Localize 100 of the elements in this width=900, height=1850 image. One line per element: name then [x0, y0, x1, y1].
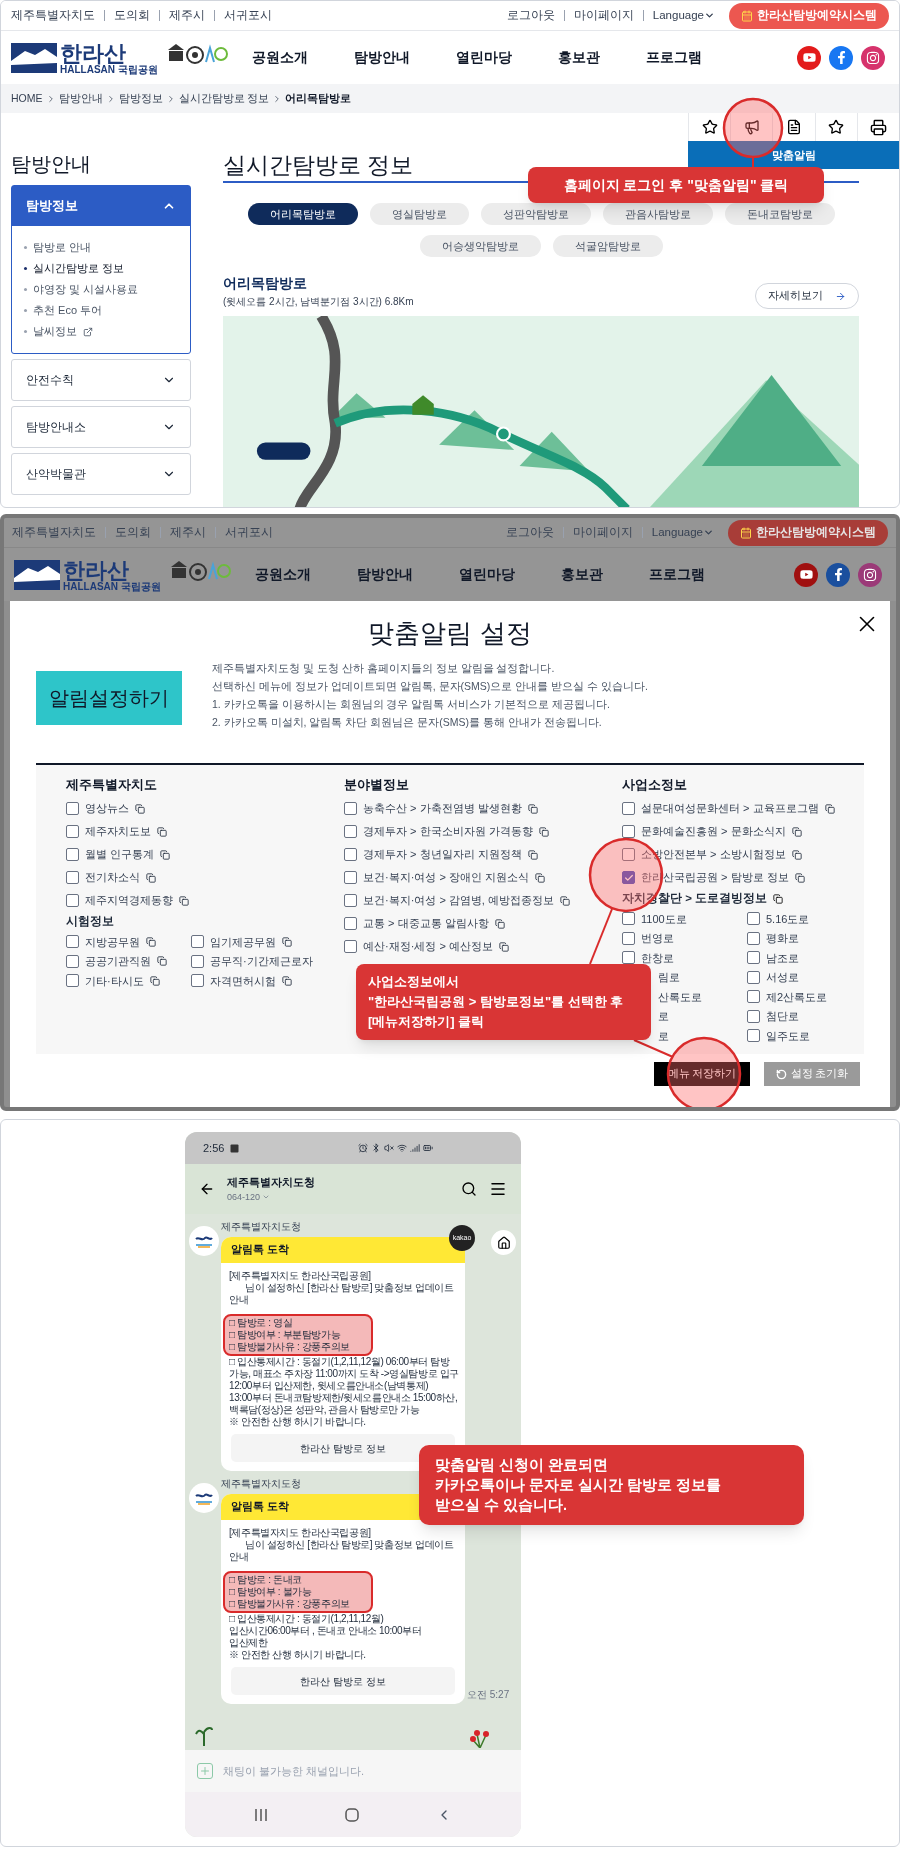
- trail-tab[interactable]: 돈내코탐방로: [724, 203, 835, 225]
- sidebar-section[interactable]: 산악박물관: [11, 453, 191, 495]
- option-label[interactable]: 경제투자 > 한국소비자원 가격동향: [363, 823, 533, 840]
- checkbox[interactable]: [344, 802, 357, 815]
- trail-tab[interactable]: 석굴암탐방로: [552, 235, 663, 257]
- youtube-icon[interactable]: [797, 45, 821, 70]
- option-label[interactable]: 제주지역경제동향: [85, 892, 173, 909]
- option-label[interactable]: 제2산록도로: [766, 988, 828, 1005]
- checkbox[interactable]: [191, 974, 204, 988]
- trail-tab[interactable]: 어승생악탐방로: [419, 235, 541, 257]
- checkbox[interactable]: [344, 894, 357, 907]
- recents-icon[interactable]: [253, 1807, 268, 1822]
- checkbox[interactable]: [622, 931, 635, 945]
- breadcrumb-link[interactable]: 어리목탐방로: [285, 90, 352, 107]
- option-label[interactable]: 영상뉴스: [85, 800, 129, 817]
- option-label[interactable]: 설문대여성문화센터 > 교육프로그램: [641, 800, 819, 817]
- save-menu-button[interactable]: 메뉴 저장하기: [654, 1062, 750, 1086]
- option-label[interactable]: 공공기관직원: [85, 953, 151, 970]
- checkbox[interactable]: [66, 871, 79, 884]
- site-link[interactable]: 서귀포시: [225, 523, 273, 542]
- nav-link[interactable]: 홍보관: [560, 564, 603, 585]
- document-icon[interactable]: [786, 119, 802, 135]
- account-link[interactable]: 로그아웃: [506, 6, 555, 25]
- checkbox[interactable]: [191, 954, 204, 968]
- home-icon[interactable]: [491, 1230, 516, 1255]
- alert-tab[interactable]: 맞춤알림: [688, 141, 899, 169]
- facebook-icon[interactable]: [829, 45, 853, 70]
- option-label[interactable]: 자격면허시험: [210, 972, 276, 989]
- account-link[interactable]: 마이페이지: [573, 6, 634, 25]
- language-select[interactable]: Language: [652, 6, 715, 25]
- option-label[interactable]: 1100도로: [641, 910, 687, 927]
- option-label[interactable]: 로: [658, 1027, 669, 1044]
- sidebar-item[interactable]: 실시간탐방로 정보: [24, 258, 178, 279]
- info-button[interactable]: 한라산 탐방로 정보: [231, 1667, 455, 1695]
- option-label[interactable]: 로: [658, 1008, 669, 1025]
- reservation-button[interactable]: 한라산탐방예약시스템: [728, 519, 888, 546]
- option-label[interactable]: 서성로: [766, 969, 799, 986]
- breadcrumb-link[interactable]: 탐방안내: [58, 90, 103, 107]
- site-link[interactable]: 서귀포시: [224, 6, 272, 25]
- checkbox[interactable]: [66, 848, 79, 861]
- option-label[interactable]: 임기제공무원: [210, 933, 276, 950]
- star-icon[interactable]: [701, 119, 718, 135]
- instagram-icon[interactable]: [861, 45, 885, 70]
- option-label[interactable]: 남조로: [766, 949, 799, 966]
- checkbox[interactable]: [747, 912, 760, 926]
- checkbox[interactable]: [747, 1009, 760, 1023]
- sidebar-item[interactable]: 날씨정보: [24, 321, 178, 342]
- megaphone-icon[interactable]: [743, 119, 760, 135]
- checkbox[interactable]: [622, 802, 635, 815]
- nav-link[interactable]: 프로그램: [648, 564, 705, 585]
- sidebar-item[interactable]: 야영장 및 시설사용료: [24, 279, 178, 300]
- option-label[interactable]: 농축수산 > 가축전염병 발생현황: [363, 800, 522, 817]
- account-link[interactable]: 로그아웃: [505, 523, 554, 542]
- sidebar-item[interactable]: 탐방로 안내: [24, 237, 178, 258]
- language-select[interactable]: Language: [651, 523, 714, 542]
- site-link[interactable]: 제주시: [170, 523, 206, 542]
- trail-tab[interactable]: 영실탐방로: [369, 203, 469, 225]
- checkbox[interactable]: [747, 931, 760, 945]
- option-label[interactable]: 지방공무원: [85, 933, 140, 950]
- option-label[interactable]: 평화로: [766, 930, 799, 947]
- checkbox[interactable]: [344, 825, 357, 838]
- option-label[interactable]: 전기차소식: [85, 869, 140, 886]
- checkbox[interactable]: [66, 954, 79, 968]
- breadcrumb-link[interactable]: 탐방정보: [118, 90, 163, 107]
- checkbox[interactable]: [622, 951, 635, 965]
- trail-tab[interactable]: 어리목탐방로: [247, 203, 358, 225]
- option-label[interactable]: 한창로: [641, 949, 674, 966]
- option-label[interactable]: 보건·복지·여성 > 감염병, 예방접종정보: [363, 892, 554, 909]
- sidebar-item[interactable]: 추천 Eco 투어: [24, 300, 178, 321]
- checkbox[interactable]: [747, 951, 760, 965]
- option-label[interactable]: 문화예술진흥원 > 문화소식지: [641, 823, 786, 840]
- option-label[interactable]: 번영로: [641, 930, 674, 947]
- search-icon[interactable]: [461, 1181, 477, 1197]
- site-link[interactable]: 제주특별자치도: [12, 523, 96, 542]
- option-label[interactable]: 5.16도로: [766, 910, 810, 927]
- option-label[interactable]: 산록도로: [658, 988, 702, 1005]
- trail-tab[interactable]: 성판악탐방로: [480, 203, 591, 225]
- nav-link[interactable]: 프로그램: [645, 47, 702, 68]
- option-label[interactable]: 교통 > 대중교통 알림사항: [363, 915, 489, 932]
- checkbox[interactable]: [344, 848, 357, 861]
- option-label[interactable]: 예산·재정·세정 > 예산정보: [363, 938, 493, 955]
- option-label[interactable]: 림로: [658, 969, 680, 986]
- facebook-icon[interactable]: [826, 562, 850, 587]
- nav-link[interactable]: 열린마당: [455, 47, 512, 68]
- star-icon[interactable]: [828, 119, 845, 135]
- home-icon[interactable]: [345, 1807, 359, 1822]
- trail-tab[interactable]: 관음사탐방로: [602, 203, 713, 225]
- option-label[interactable]: 월별 인구통계: [85, 846, 155, 863]
- option-label[interactable]: 첨단로: [766, 1008, 799, 1025]
- instagram-icon[interactable]: [858, 562, 882, 587]
- checkbox[interactable]: [66, 802, 79, 815]
- option-label[interactable]: 제주자치도보: [85, 823, 151, 840]
- checkbox[interactable]: [747, 1029, 760, 1043]
- checkbox[interactable]: [747, 990, 760, 1004]
- checkbox[interactable]: [747, 970, 760, 984]
- youtube-icon[interactable]: [794, 562, 818, 587]
- checkbox[interactable]: [622, 825, 635, 838]
- sidebar-section[interactable]: 안전수칙: [11, 359, 191, 401]
- nav-link[interactable]: 홍보관: [557, 47, 600, 68]
- checkbox[interactable]: [66, 894, 79, 907]
